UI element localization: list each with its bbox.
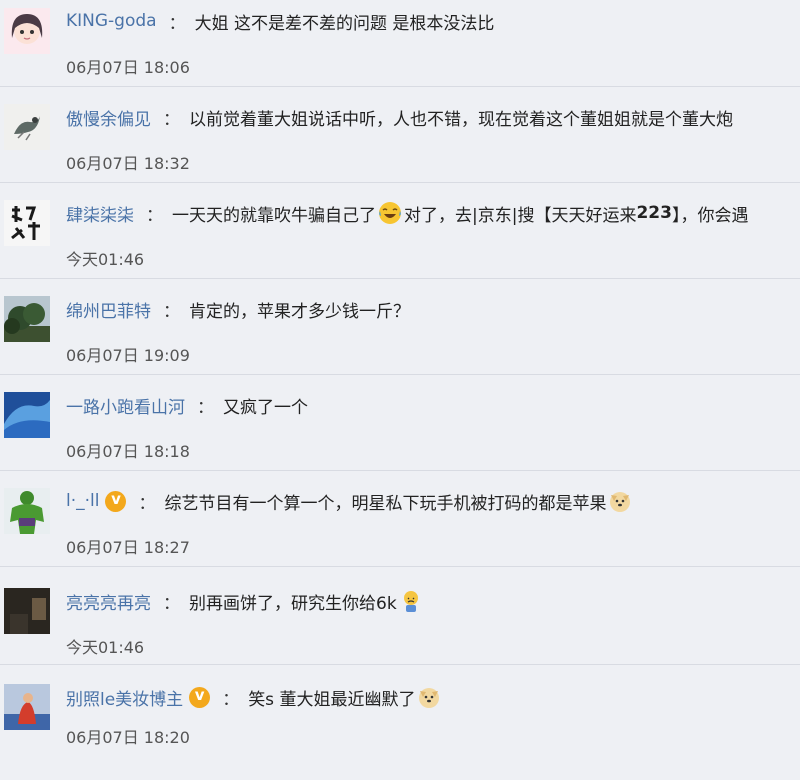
verified-badge-icon <box>105 490 127 512</box>
comment-item: 肆柒柒柒 ： 一天天的就靠吹牛骗自己了 对了，去|京东|搜【天天好运来 223 … <box>0 200 800 296</box>
comment-text: 以前觉着董大姐说话中听，人也不错，现在觉着这个董姐姐就是个董大炮 <box>189 109 733 130</box>
username[interactable]: 一路小跑看山河 <box>66 393 185 418</box>
timestamp: 06月07日 18:20 <box>66 728 190 747</box>
comment-item: 一路小跑看山河 ： 又疯了一个 06月07日 18:18 <box>0 392 800 488</box>
comment-item: KING-goda ： 大姐 这不是差不差的问题 是根本没法比 06月07日 1… <box>0 8 800 104</box>
timestamp: 06月07日 18:06 <box>66 58 190 77</box>
user-avatar[interactable] <box>4 588 50 634</box>
bird-ink-avatar-icon <box>4 104 50 150</box>
separator-colon: ： <box>163 593 180 614</box>
comment-item: l·_·ll ： 综艺节目有一个算一个，明星私下玩手机被打码的都是苹果 06月0… <box>0 488 800 584</box>
doge-emoji-icon <box>610 492 631 512</box>
timestamp: 06月07日 18:18 <box>66 442 190 461</box>
verified-badge-icon <box>189 686 211 708</box>
divider <box>0 374 800 375</box>
girl-avatar-icon <box>4 8 50 54</box>
user-avatar[interactable] <box>4 296 50 342</box>
timestamp: 今天01:46 <box>66 638 145 657</box>
comment-text: 大姐 这不是差不差的问题 是根本没法比 <box>194 13 495 34</box>
comment-text: 笑s 董大姐最近幽默了 <box>248 689 416 710</box>
sad-emoji-icon <box>403 591 418 612</box>
timestamp: 今天01:46 <box>66 250 145 269</box>
comment-text-tail: 】，你会遇 <box>671 205 749 226</box>
timestamp: 06月07日 19:09 <box>66 346 190 365</box>
divider <box>0 86 800 87</box>
username[interactable]: 肆柒柒柒 <box>66 201 134 226</box>
divider <box>0 470 800 471</box>
comment-list: KING-goda ： 大姐 这不是差不差的问题 是根本没法比 06月07日 1… <box>0 0 800 747</box>
user-avatar[interactable] <box>4 104 50 150</box>
separator-colon: ： <box>168 13 186 34</box>
separator-colon: ： <box>163 109 180 130</box>
divider <box>0 278 800 279</box>
username[interactable]: 别照le美妆博主 <box>66 685 183 710</box>
hulk-avatar-icon <box>4 488 50 534</box>
comment-text: 又疯了一个 <box>223 397 308 418</box>
separator-colon: ： <box>138 493 156 514</box>
divider <box>0 182 800 183</box>
divider <box>0 664 800 665</box>
comment-text: 综艺节目有一个算一个，明星私下玩手机被打码的都是苹果 <box>164 493 607 514</box>
laughing-tears-emoji-icon <box>379 202 401 224</box>
comment-text-bold: 223 <box>636 203 672 223</box>
tree-landscape-avatar-icon <box>4 296 50 342</box>
username[interactable]: l·_·ll <box>66 491 99 511</box>
comment-text-continued: 对了，去|京东|搜【天天好运来 <box>404 205 637 226</box>
username[interactable]: 傲慢余偏见 <box>66 105 151 130</box>
comment-text: 别再画饼了，研究生你给6k <box>189 593 397 614</box>
comment-item: 亮亮亮再亮 ： 别再画饼了，研究生你给6k 今天01:46 <box>0 588 800 684</box>
divider <box>0 566 800 567</box>
timestamp: 06月07日 18:27 <box>66 538 190 557</box>
blue-wave-avatar-icon <box>4 392 50 438</box>
separator-colon: ： <box>197 397 214 418</box>
comment-item: 别照le美妆博主 ： 笑s 董大姐最近幽默了 06月07日 18:20 <box>0 684 800 780</box>
separator-colon: ： <box>163 301 180 322</box>
comment-item: 傲慢余偏见 ： 以前觉着董大姐说话中听，人也不错，现在觉着这个董姐姐就是个董大炮… <box>0 104 800 200</box>
comment-item: 绵州巴菲特 ： 肯定的，苹果才多少钱一斤？ 06月07日 19:09 <box>0 296 800 392</box>
doge-emoji-icon <box>419 688 440 708</box>
separator-colon: ： <box>222 689 240 710</box>
user-avatar[interactable] <box>4 684 50 730</box>
user-avatar[interactable] <box>4 488 50 534</box>
comment-text: 肯定的，苹果才多少钱一斤？ <box>189 301 410 322</box>
red-figure-avatar-icon <box>4 684 50 730</box>
dark-room-avatar-icon <box>4 588 50 634</box>
separator-colon: ： <box>146 205 163 226</box>
user-avatar[interactable] <box>4 8 50 54</box>
user-avatar[interactable] <box>4 392 50 438</box>
timestamp: 06月07日 18:32 <box>66 154 190 173</box>
calligraphy-avatar-icon <box>4 200 50 246</box>
comment-text: 一天天的就靠吹牛骗自己了 <box>172 205 376 226</box>
username[interactable]: KING-goda <box>66 11 157 31</box>
username[interactable]: 亮亮亮再亮 <box>66 589 151 614</box>
username[interactable]: 绵州巴菲特 <box>66 297 151 322</box>
user-avatar[interactable] <box>4 200 50 246</box>
